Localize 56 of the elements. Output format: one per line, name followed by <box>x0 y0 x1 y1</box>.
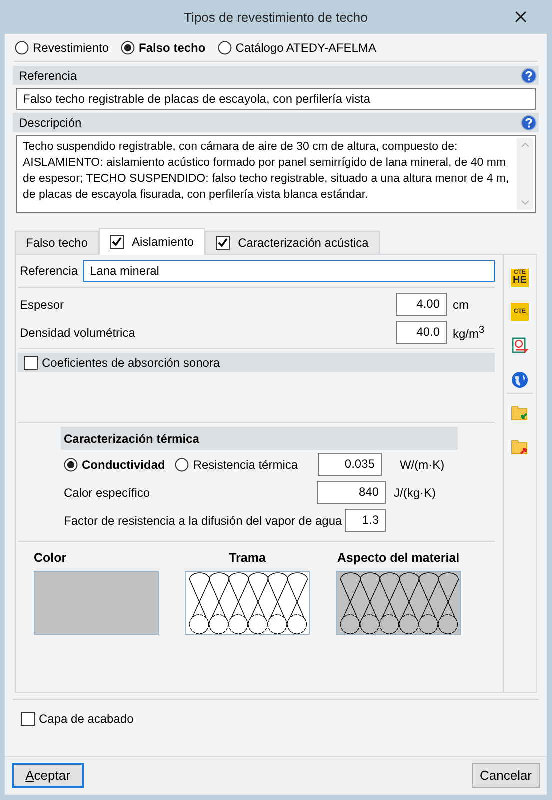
hatch-pattern-drawing[interactable] <box>185 571 310 635</box>
radio-button[interactable] <box>175 458 190 472</box>
radio-label[interactable]: Falso techo <box>139 41 206 55</box>
tab[interactable]: Aislamiento <box>99 228 206 255</box>
radio-button[interactable] <box>64 458 78 472</box>
value-field[interactable]: 4.00 <box>396 293 447 316</box>
radio-label[interactable]: Resistencia térmica <box>193 458 298 472</box>
swatch-label: Trama <box>228 551 267 565</box>
radio-button[interactable] <box>121 41 136 55</box>
section-title: Descripción <box>19 116 82 130</box>
value-field[interactable]: 0.035 <box>318 453 382 476</box>
radio-label[interactable]: Catálogo ATEDY-AFELMA <box>236 41 376 55</box>
checkbox[interactable] <box>21 712 35 726</box>
globe-icon[interactable] <box>511 371 529 389</box>
tab[interactable]: Caracterización acústica <box>205 231 380 254</box>
material-pattern-drawing[interactable] <box>336 571 461 635</box>
window-title: Tipos de revestimiento de techo <box>184 10 368 24</box>
swatch-label: Color <box>34 551 68 565</box>
help-icon[interactable] <box>521 68 537 84</box>
folder-icon[interactable] <box>511 438 529 456</box>
checkbox[interactable] <box>24 356 38 370</box>
certificate-icon[interactable] <box>511 337 529 355</box>
reference-field[interactable]: Falso techo registrable de placas de escayola, con perfilería vista <box>16 88 536 110</box>
radio-button[interactable] <box>15 41 29 55</box>
unit-label: cm <box>453 298 470 312</box>
field-label: Calor específico <box>64 486 152 500</box>
field-label: Referencia <box>20 264 78 278</box>
color-swatch[interactable] <box>34 571 159 635</box>
dialog-button[interactable]: Aceptar <box>12 763 84 788</box>
checkbox[interactable] <box>110 235 124 249</box>
unit-label: J/(kg·K) <box>394 486 437 500</box>
section-title: Referencia <box>19 68 78 82</box>
field-label: Espesor <box>20 298 64 312</box>
badge-label: HE <box>513 276 527 286</box>
field-label: Factor de resistencia a la difusión del vapor de agua <box>64 514 342 528</box>
description-field[interactable]: Techo suspendido registrable, con cámara de aire de 30 cm de altura, compuesto de: AISLAMIENTO: aislamiento acústico formado por panel semirrígido de lana mineral, de 40 mm de espesor; TECHO SUSPENDIDO: falso techo registrable, situado a una altura menor de 4 m, de placas de escayola fisurada, con perfilería vista blanca estándar. <box>16 135 536 213</box>
unit-label: kg/m$^{3}$ <box>453 324 486 340</box>
section-title: Caracterización térmica <box>64 432 200 446</box>
field-label: Densidad volumétrica <box>20 326 136 340</box>
value-field[interactable]: 1.3 <box>345 509 386 532</box>
value-field[interactable]: 840 <box>317 481 386 504</box>
value-field[interactable]: 40.0 <box>396 321 447 344</box>
swatch-label: Aspecto del material <box>336 551 461 565</box>
dialog-button[interactable]: Cancelar <box>472 763 540 788</box>
tab[interactable]: Falso techo <box>15 231 100 254</box>
radio-label[interactable]: Conductividad <box>82 458 166 472</box>
close-icon[interactable] <box>515 11 527 23</box>
radio-label[interactable]: Revestimiento <box>33 41 110 55</box>
checkbox-label[interactable]: Capa de acabado <box>39 712 134 726</box>
radio-button[interactable] <box>218 41 232 55</box>
folder-icon[interactable] <box>511 404 529 422</box>
help-icon[interactable] <box>521 114 537 130</box>
checkbox[interactable] <box>216 236 230 250</box>
reference-field[interactable]: Lana mineral <box>83 260 495 282</box>
unit-label: W/(m·K) <box>400 458 446 472</box>
checkbox-label[interactable]: Coeficientes de absorción sonora <box>42 356 220 370</box>
